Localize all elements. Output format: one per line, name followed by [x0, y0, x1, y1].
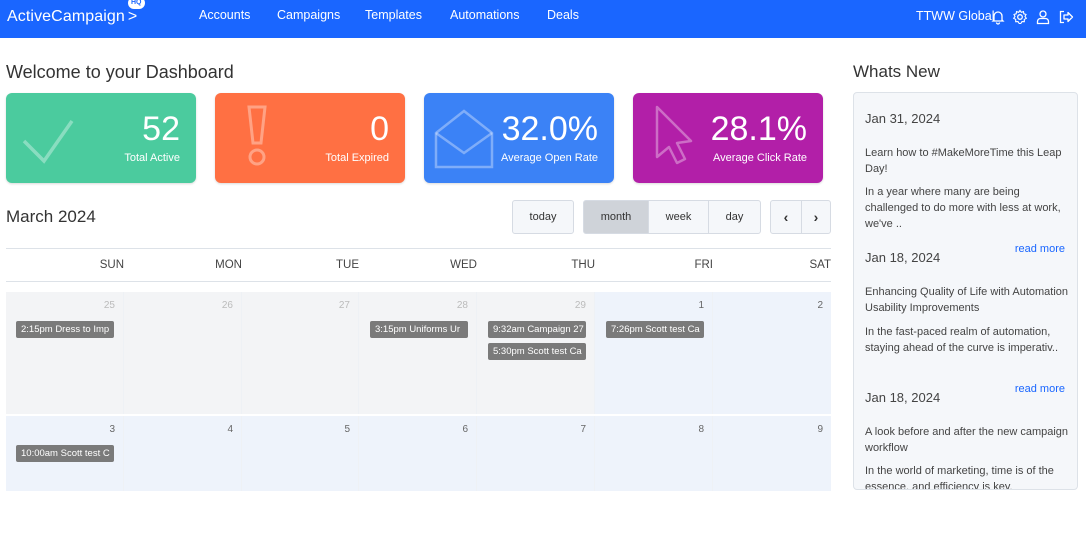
weekday-mon: MON: [215, 259, 242, 271]
logout-icon[interactable]: [1058, 9, 1074, 25]
hq-badge: HQ: [128, 0, 145, 9]
day-number: 26: [221, 300, 233, 311]
calendar-event[interactable]: 2:15pm Dress to Imp: [16, 321, 114, 338]
whats-new-panel: Jan 31, 2024 Learn how to #MakeMoreTime …: [853, 92, 1078, 490]
day-number: 2: [817, 300, 823, 311]
gear-icon[interactable]: [1012, 9, 1028, 25]
calendar-day-cell[interactable]: 26: [124, 292, 242, 414]
read-more-link[interactable]: read more: [1015, 243, 1065, 255]
weekday-fri: FRI: [694, 259, 713, 271]
nav-accounts[interactable]: Accounts: [199, 8, 250, 22]
news-summary: In the world of marketing, time is of th…: [865, 465, 1054, 490]
calendar-day-cell[interactable]: 28: [359, 292, 477, 414]
calendar-day-cell[interactable]: 27: [242, 292, 359, 414]
stat-value: 32.0%: [501, 110, 598, 148]
calendar-event[interactable]: 5:30pm Scott test Ca: [488, 343, 586, 360]
prev-month-button[interactable]: ‹: [770, 200, 802, 234]
news-headline[interactable]: Learn how to #MakeMoreTime this Leap Day…: [865, 145, 1070, 177]
nav-campaigns[interactable]: Campaigns: [277, 8, 340, 22]
calendar-day-cell[interactable]: 25: [6, 292, 124, 414]
day-view-button[interactable]: day: [708, 200, 761, 234]
day-number: 1: [698, 300, 704, 311]
day-number: 7: [580, 424, 586, 435]
day-number: 5: [344, 424, 350, 435]
dashboard-title: Welcome to your Dashboard: [6, 62, 234, 82]
nav-deals[interactable]: Deals: [547, 8, 579, 22]
calendar-event[interactable]: 9:32am Campaign 27: [488, 321, 586, 338]
weekday-tue: TUE: [336, 259, 359, 271]
calendar-weekday-header: SUN MON TUE WED THU FRI SAT: [6, 248, 831, 282]
stat-label: Total Active: [124, 152, 180, 164]
weekday-thu: THU: [571, 259, 595, 271]
stat-card-click-rate[interactable]: 28.1% Average Click Rate: [633, 93, 823, 183]
logo-text: ActiveCampaign: [7, 8, 125, 25]
news-date: Jan 31, 2024: [865, 111, 941, 126]
bell-icon[interactable]: [990, 9, 1006, 25]
calendar-day-cell[interactable]: 7: [477, 416, 595, 491]
calendar-day-cell[interactable]: 8: [595, 416, 713, 491]
top-navigation-bar: ActiveCampaign > HQ Accounts Campaigns Te…: [0, 0, 1086, 38]
news-date: Jan 18, 2024: [865, 250, 941, 265]
calendar-month-title: March 2024: [6, 207, 96, 226]
stat-card-total-active[interactable]: 52 Total Active: [6, 93, 196, 183]
calendar-day-cell[interactable]: 9: [713, 416, 831, 491]
day-number: 28: [456, 300, 468, 311]
user-icon[interactable]: [1035, 9, 1051, 25]
nav-automations[interactable]: Automations: [450, 8, 519, 22]
month-view-button[interactable]: month: [583, 200, 649, 234]
calendar-event[interactable]: 10:00am Scott test C: [16, 445, 114, 462]
calendar-day-cell[interactable]: 4: [124, 416, 242, 491]
chevron-left-icon: ‹: [783, 209, 789, 225]
stat-label: Average Click Rate: [713, 152, 807, 164]
day-number: 4: [227, 424, 233, 435]
day-number: 6: [462, 424, 468, 435]
stat-value: 28.1%: [710, 110, 807, 148]
calendar-day-cell[interactable]: 5: [242, 416, 359, 491]
chevron-right-icon: ›: [813, 209, 819, 225]
stat-card-total-expired[interactable]: 0 Total Expired: [215, 93, 405, 183]
weekday-sun: SUN: [99, 259, 124, 271]
weekday-wed: WED: [450, 259, 477, 271]
nav-templates[interactable]: Templates: [365, 8, 422, 22]
news-headline[interactable]: A look before and after the new campaign…: [865, 424, 1070, 456]
calendar-day-cell[interactable]: 2: [713, 292, 831, 414]
day-number: 25: [103, 300, 115, 311]
stat-value: 52: [142, 110, 180, 148]
calendar-event[interactable]: 7:26pm Scott test Ca: [606, 321, 704, 338]
calendar-day-cell[interactable]: 6: [359, 416, 477, 491]
stat-value: 0: [370, 110, 389, 148]
day-number: 29: [574, 300, 586, 311]
calendar-event[interactable]: 3:15pm Uniforms Ur: [370, 321, 468, 338]
stat-label: Total Expired: [325, 152, 389, 164]
weekday-sat: SAT: [809, 259, 831, 271]
read-more-link[interactable]: read more: [1015, 383, 1065, 395]
account-name[interactable]: TTWW Global: [916, 9, 994, 23]
day-number: 3: [109, 424, 115, 435]
whats-new-title: Whats New: [853, 62, 940, 81]
stat-card-open-rate[interactable]: 32.0% Average Open Rate: [424, 93, 614, 183]
today-button[interactable]: today: [512, 200, 574, 234]
news-summary: In a year where many are being challenge…: [865, 186, 1061, 230]
news-summary: In the fast-paced realm of automation, s…: [865, 326, 1059, 354]
calendar-day-cell[interactable]: 1: [595, 292, 713, 414]
app-logo[interactable]: ActiveCampaign >: [7, 8, 137, 26]
stat-label: Average Open Rate: [500, 152, 598, 164]
day-number: 8: [698, 424, 704, 435]
news-headline[interactable]: Enhancing Quality of Life with Automatio…: [865, 284, 1070, 316]
news-date: Jan 18, 2024: [865, 390, 941, 405]
week-view-button[interactable]: week: [648, 200, 709, 234]
next-month-button[interactable]: ›: [801, 200, 831, 234]
day-number: 27: [338, 300, 350, 311]
day-number: 9: [817, 424, 823, 435]
logo-chevron-icon: >: [127, 8, 138, 25]
